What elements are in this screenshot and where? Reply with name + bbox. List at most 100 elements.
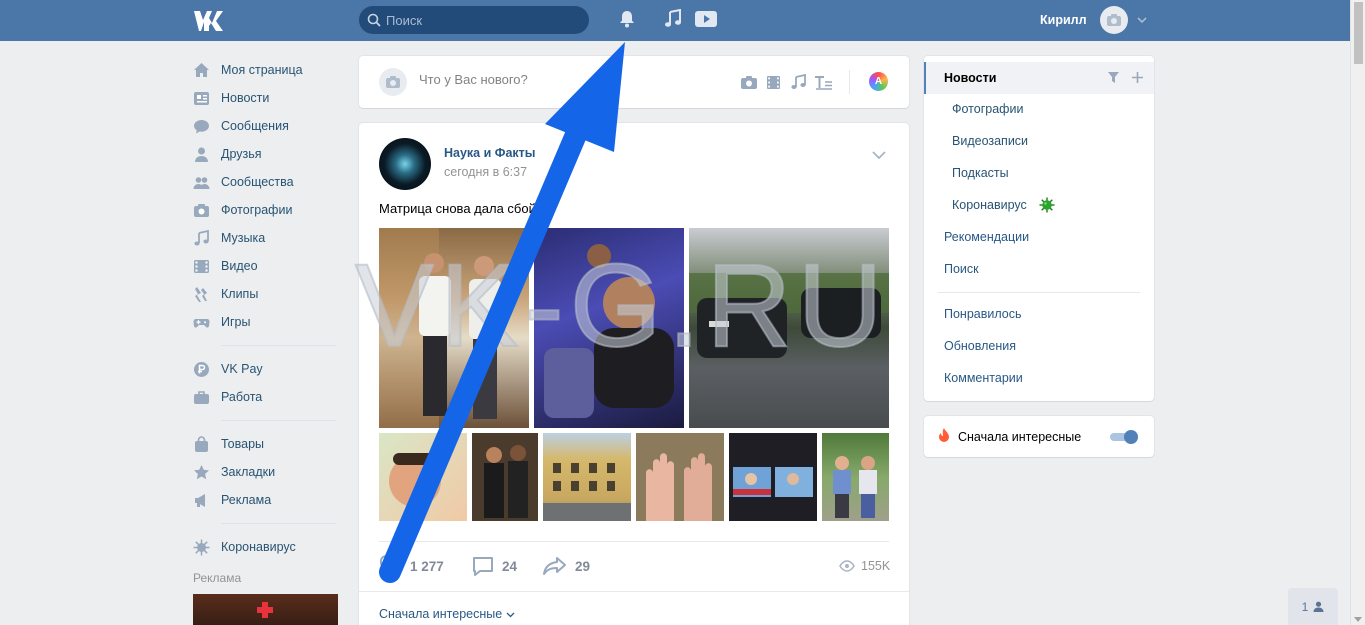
rmenu-item-photos[interactable]: Фотографии	[952, 102, 1023, 116]
left-navigation: Моя страница Новости Сообщения Друзья Со…	[193, 56, 343, 625]
nav-item-clips[interactable]: Клипы	[193, 280, 343, 308]
nav-item-bookmarks[interactable]: Закладки	[193, 458, 343, 486]
nav-item-games[interactable]: Игры	[193, 308, 343, 336]
comments-sort-dropdown[interactable]: Сначала интересные	[379, 607, 515, 621]
post-text: Матрица снова дала сбой	[379, 201, 536, 216]
nav-item-news[interactable]: Новости	[193, 84, 343, 112]
post-divider	[379, 541, 889, 542]
post-photo-6[interactable]	[543, 433, 631, 521]
attach-photo-icon[interactable]	[736, 73, 761, 91]
post-divider	[359, 591, 909, 592]
share-button[interactable]: 29	[542, 555, 590, 577]
music-icon	[194, 229, 209, 245]
comments-sort-label: Сначала интересные	[379, 607, 503, 621]
user-name[interactable]: Кирилл	[1040, 13, 1087, 27]
filter-icon[interactable]	[1107, 71, 1120, 84]
chevron-down-icon	[506, 612, 515, 618]
nav-label: Реклама	[221, 493, 272, 507]
nav-item-messages[interactable]: Сообщения	[193, 112, 343, 140]
group-avatar[interactable]	[379, 138, 431, 190]
nav-item-ads[interactable]: Реклама	[193, 486, 343, 514]
nav-item-friends[interactable]: Друзья	[193, 140, 343, 168]
rmenu-item-recommendations[interactable]: Рекомендации	[944, 230, 1029, 244]
post-photo-1[interactable]	[379, 228, 529, 428]
photo-two-men-suits-icon	[484, 445, 528, 518]
comment-count: 24	[502, 558, 518, 574]
music-note-icon[interactable]	[664, 9, 682, 29]
rmenu-item-search[interactable]: Поиск	[944, 262, 979, 276]
attach-music-icon[interactable]	[786, 73, 811, 91]
nav-label: Коронавирус	[221, 540, 296, 554]
post-photo-7[interactable]	[636, 433, 724, 521]
play-video-icon[interactable]	[694, 9, 718, 29]
post-author[interactable]: Наука и Факты	[444, 146, 535, 160]
post-menu-chevron-icon[interactable]	[871, 150, 887, 160]
nav-item-photos[interactable]: Фотографии	[193, 196, 343, 224]
user-avatar[interactable]	[1100, 6, 1128, 34]
composer-avatar[interactable]	[379, 68, 407, 96]
goods-icon	[195, 435, 208, 452]
comment-button[interactable]: 24	[471, 555, 517, 577]
rmenu-title-news[interactable]: Новости	[944, 71, 996, 85]
views-count: 155K	[861, 559, 891, 573]
chevron-down-icon[interactable]	[1137, 16, 1147, 24]
vk-logo-icon[interactable]	[193, 9, 227, 31]
photo-two-men-icon	[379, 228, 501, 428]
nav-item-communities[interactable]: Сообщества	[193, 168, 343, 196]
scrollbar[interactable]	[1350, 0, 1365, 625]
nav-divider	[221, 345, 336, 346]
fire-icon	[939, 428, 949, 442]
rmenu-item-comments[interactable]: Комментарии	[944, 371, 1023, 385]
post-photo-8[interactable]	[729, 433, 817, 521]
scrollbar-thumb[interactable]	[1354, 2, 1363, 64]
post-photo-9[interactable]	[822, 433, 889, 521]
post-photo-4[interactable]	[379, 433, 467, 521]
photo-building-icon	[543, 463, 631, 521]
nav-item-my-page[interactable]: Моя страница	[193, 56, 343, 84]
nav-label: Фотографии	[221, 203, 293, 217]
rmenu-item-coronavirus[interactable]: Коронавирус	[952, 198, 1027, 212]
interesting-first-toggle[interactable]	[1110, 430, 1138, 444]
post-photo-3[interactable]	[689, 228, 889, 428]
interesting-first-toggle-card: Сначала интересные	[924, 416, 1154, 457]
nav-item-music[interactable]: Музыка	[193, 224, 343, 252]
online-friends-button[interactable]: 1	[1288, 588, 1338, 625]
nav-item-video[interactable]: Видео	[193, 252, 343, 280]
scroll-down-arrow-icon[interactable]	[1354, 617, 1362, 622]
nav-item-work[interactable]: Работа	[193, 383, 343, 411]
search-input[interactable]	[386, 6, 581, 34]
photo-two-cars-icon	[689, 273, 889, 358]
search-box[interactable]	[359, 6, 589, 34]
composer-input[interactable]	[419, 72, 709, 87]
rmenu-item-updates[interactable]: Обновления	[944, 339, 1016, 353]
photo-tv-screens-icon	[733, 467, 813, 497]
ad-banner-image[interactable]	[193, 594, 338, 625]
nav-label: Сообщества	[221, 175, 294, 189]
nav-item-goods[interactable]: Товары	[193, 430, 343, 458]
nav-item-vkpay[interactable]: VK Pay	[193, 355, 343, 383]
clips-icon	[195, 286, 207, 302]
share-arrow-icon	[543, 557, 566, 575]
photo-plane-men-icon	[544, 244, 674, 418]
nav-item-coronavirus[interactable]: Коронавирус	[193, 533, 343, 561]
friends-icon	[195, 147, 208, 162]
photo-hands-icon	[646, 453, 712, 521]
rmenu-item-liked[interactable]: Понравилось	[944, 307, 1022, 321]
medical-cross-icon	[257, 602, 273, 618]
online-friends-count: 1	[1301, 599, 1309, 614]
bell-icon[interactable]	[618, 9, 636, 29]
like-button[interactable]: 1 277	[379, 555, 444, 577]
attach-video-icon[interactable]	[761, 73, 786, 91]
top-header: Кирилл	[0, 0, 1350, 41]
rmenu-item-podcasts[interactable]: Подкасты	[952, 166, 1009, 180]
post-photo-2[interactable]	[534, 228, 684, 428]
rmenu-item-videos[interactable]: Видеозаписи	[952, 134, 1028, 148]
attach-article-icon[interactable]	[811, 73, 836, 91]
nav-label: Закладки	[221, 465, 276, 479]
nav-label: Моя страница	[221, 63, 303, 77]
post-photo-5[interactable]	[472, 433, 538, 521]
ads-section-label: Реклама	[193, 571, 242, 585]
post-time[interactable]: сегодня в 6:37	[444, 165, 527, 179]
plus-icon[interactable]	[1131, 71, 1144, 84]
text-color-icon[interactable]: A	[869, 72, 888, 91]
